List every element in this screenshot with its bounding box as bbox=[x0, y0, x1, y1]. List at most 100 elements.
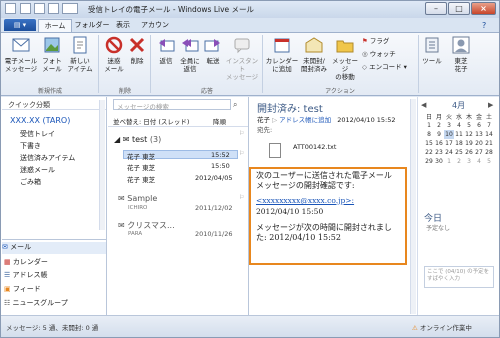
quick-add-event-input[interactable]: ここで (04/10) の予定をすばやく入力 bbox=[424, 266, 494, 288]
calendar-day[interactable]: 16 bbox=[434, 139, 444, 148]
calendar-day[interactable]: 14 bbox=[484, 130, 494, 139]
calendar-day[interactable]: 21 bbox=[484, 139, 494, 148]
calendar-day[interactable]: 29 bbox=[424, 157, 434, 166]
next-month-button[interactable]: ▶ bbox=[488, 101, 493, 109]
add-contact-link[interactable]: アドレス帳に追加 bbox=[279, 116, 331, 124]
calendar-day[interactable]: 2 bbox=[454, 157, 464, 166]
new-mail-quick-icon[interactable] bbox=[20, 3, 31, 14]
nav-contacts[interactable]: ☰ アドレス帳 bbox=[4, 270, 48, 280]
calendar-day[interactable]: 4 bbox=[454, 121, 464, 130]
flag-button[interactable]: ⚑ フラグ bbox=[362, 37, 389, 45]
account-button[interactable]: 東芝 花子 bbox=[447, 35, 475, 73]
search-icon[interactable]: ⌕ bbox=[233, 100, 237, 110]
flag-icon[interactable]: ⚐ bbox=[239, 150, 244, 157]
calendar-day[interactable]: 7 bbox=[484, 121, 494, 130]
minimize-button[interactable]: – bbox=[425, 2, 447, 15]
folder-sent[interactable]: 送信済みアイテム bbox=[20, 153, 75, 163]
calendar-day[interactable]: 1 bbox=[424, 121, 434, 130]
calendar-day[interactable]: 1 bbox=[444, 157, 454, 166]
tab-folder[interactable]: フォルダー bbox=[74, 19, 110, 32]
junk-button[interactable]: 迷惑 メール bbox=[102, 35, 126, 73]
calendar-day[interactable]: 30 bbox=[434, 157, 444, 166]
send-receive-quick-icon[interactable] bbox=[48, 3, 59, 14]
nav-newsgroups[interactable]: ☷ ニュースグループ bbox=[4, 298, 68, 308]
calendar-day[interactable]: 8 bbox=[424, 130, 434, 139]
reading-scrollbar[interactable] bbox=[410, 99, 416, 314]
calendar-day[interactable]: 27 bbox=[474, 148, 484, 157]
message-body-email[interactable]: <xxxxxxxxx@xxxx.co.jp>: bbox=[256, 196, 354, 205]
flag-icon[interactable]: ⚐ bbox=[239, 130, 244, 137]
calendar-day[interactable]: 19 bbox=[464, 139, 474, 148]
reply-quick-icon[interactable] bbox=[34, 3, 45, 14]
calendar-day[interactable]: 26 bbox=[464, 148, 474, 157]
new-items-button[interactable]: 新しい アイテム bbox=[66, 35, 94, 73]
attachment-name[interactable]: ATT00142.txt bbox=[293, 143, 343, 151]
reply-button[interactable]: 返信 bbox=[154, 35, 178, 65]
forward-button[interactable]: 転送 bbox=[202, 35, 224, 65]
folder-scrollbar[interactable] bbox=[99, 100, 105, 230]
close-button[interactable]: × bbox=[471, 2, 496, 15]
calendar-day[interactable]: 12 bbox=[464, 130, 474, 139]
account-name[interactable]: XXX.XX (TARO) bbox=[10, 116, 70, 125]
nav-calendar[interactable]: ▦ カレンダー bbox=[4, 257, 48, 267]
mark-read-button[interactable]: 未開封/ 開封済み bbox=[299, 35, 329, 73]
folder-drafts[interactable]: 下書き bbox=[20, 141, 41, 151]
calendar-day[interactable]: 9 bbox=[434, 130, 444, 139]
tab-home[interactable]: ホーム bbox=[38, 19, 72, 32]
nav-feeds[interactable]: ▣ フィード bbox=[4, 284, 41, 294]
tools-button[interactable]: ツール bbox=[421, 35, 443, 65]
folder-junk[interactable]: 迷惑メール bbox=[20, 165, 55, 175]
calendar-day[interactable]: 3 bbox=[464, 157, 474, 166]
calendar-day[interactable]: 2 bbox=[434, 121, 444, 130]
photo-mail-icon bbox=[44, 37, 60, 53]
calendar-day[interactable]: 25 bbox=[454, 148, 464, 157]
calendar-day[interactable]: 15 bbox=[424, 139, 434, 148]
help-icon[interactable]: ? bbox=[482, 21, 486, 30]
thread-test[interactable]: ◢ ✉ test (3) bbox=[114, 135, 161, 144]
mini-calendar[interactable]: 日月火水木金土 1234567 8 9 10 11 12 13 14 15 16 17 18 19 2… bbox=[424, 112, 494, 166]
watch-button[interactable]: ◎ ウォッチ bbox=[362, 50, 396, 58]
calendar-day[interactable]: 18 bbox=[454, 139, 464, 148]
quick-access-dropdown[interactable] bbox=[62, 3, 78, 14]
sort-dropdown[interactable]: 並べ替え: 日付 (スレッド) bbox=[113, 116, 189, 126]
calendar-day[interactable]: 6 bbox=[474, 121, 484, 130]
calendar-day-today[interactable]: 10 bbox=[444, 130, 454, 139]
online-status[interactable]: ⚠ オンライン作業中 bbox=[412, 322, 472, 332]
tab-account[interactable]: アカウント bbox=[138, 19, 172, 42]
flag-icon[interactable]: ⚐ bbox=[239, 194, 244, 201]
maximize-button[interactable]: □ bbox=[448, 2, 470, 15]
calendar-day[interactable]: 28 bbox=[484, 148, 494, 157]
calendar-day[interactable]: 23 bbox=[434, 148, 444, 157]
add-to-calendar-button[interactable]: カレンダー に追加 bbox=[265, 35, 299, 73]
delete-button[interactable]: 削除 bbox=[126, 35, 148, 65]
calendar-day[interactable]: 11 bbox=[454, 130, 464, 139]
reply-all-button[interactable]: 全員に 返信 bbox=[178, 35, 202, 73]
calendar-day[interactable]: 17 bbox=[444, 139, 454, 148]
folder-trash[interactable]: ごみ箱 bbox=[20, 177, 41, 187]
message-sender[interactable]: 花子 東芝 bbox=[127, 162, 155, 172]
calendar-day[interactable]: 20 bbox=[474, 139, 484, 148]
calendar-day[interactable]: 22 bbox=[424, 148, 434, 157]
message-row-christmas[interactable]: ✉ クリスマス... bbox=[118, 220, 175, 231]
nav-mail[interactable]: ✉ メール bbox=[2, 242, 106, 254]
tab-view[interactable]: 表示 bbox=[112, 19, 134, 32]
folder-inbox[interactable]: 受信トレイ bbox=[20, 129, 55, 139]
instant-message-button[interactable]: インスタント メッセージ bbox=[224, 35, 260, 81]
message-row-sample[interactable]: ✉ Sample bbox=[118, 194, 157, 203]
attachment-icon[interactable] bbox=[269, 143, 281, 158]
new-email-button[interactable]: 電子メール メッセージ bbox=[4, 35, 38, 73]
photo-mail-button[interactable]: フォト メール bbox=[38, 35, 66, 73]
calendar-day[interactable]: 13 bbox=[474, 130, 484, 139]
calendar-day[interactable]: 3 bbox=[444, 121, 454, 130]
app-icon[interactable] bbox=[5, 3, 16, 14]
app-menu-button[interactable]: ▤ ▾ bbox=[4, 19, 36, 31]
calendar-day[interactable]: 5 bbox=[464, 121, 474, 130]
calendar-day[interactable]: 5 bbox=[484, 157, 494, 166]
calendar-day[interactable]: 4 bbox=[474, 157, 484, 166]
sort-order[interactable]: 降順 bbox=[213, 116, 226, 126]
message-sender[interactable]: 花子 東芝 bbox=[127, 174, 155, 184]
prev-month-button[interactable]: ◀ bbox=[421, 101, 426, 109]
move-message-button[interactable]: メッセージ の移動 bbox=[329, 35, 361, 81]
encode-button[interactable]: ◇ エンコード ▾ bbox=[362, 63, 407, 71]
calendar-day[interactable]: 24 bbox=[444, 148, 454, 157]
